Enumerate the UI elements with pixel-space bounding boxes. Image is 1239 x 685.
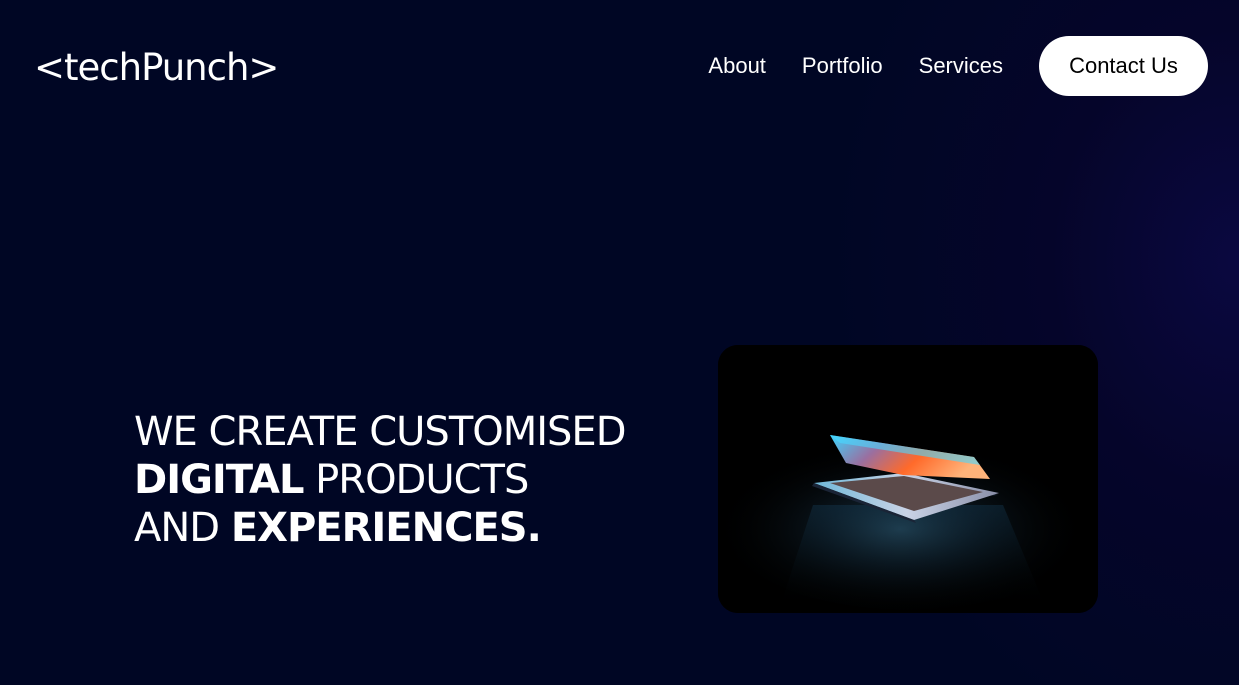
hero-laptop-image xyxy=(718,345,1098,613)
headline-products: PRODUCTS xyxy=(303,457,529,503)
nav-item-about[interactable]: About xyxy=(708,53,766,79)
headline-and: AND xyxy=(134,505,231,551)
main-nav: About Portfolio Services Contact Us xyxy=(708,36,1208,96)
hero-headline: WE CREATE CUSTOMISED DIGITAL PRODUCTS AN… xyxy=(134,408,627,552)
nav-item-services[interactable]: Services xyxy=(919,53,1003,79)
headline-experiences: EXPERIENCES. xyxy=(230,505,542,551)
laptop-illustration xyxy=(718,345,1098,613)
headline-digital: DIGITAL xyxy=(134,457,304,503)
headline-line-3: AND EXPERIENCES. xyxy=(134,504,626,552)
headline-line-1: WE CREATE CUSTOMISED xyxy=(134,409,627,455)
brand-logo[interactable]: <techPunch> xyxy=(34,44,279,92)
headline-line-2: DIGITAL PRODUCTS xyxy=(134,456,626,504)
contact-us-button[interactable]: Contact Us xyxy=(1039,36,1208,96)
nav-item-portfolio[interactable]: Portfolio xyxy=(802,53,883,79)
